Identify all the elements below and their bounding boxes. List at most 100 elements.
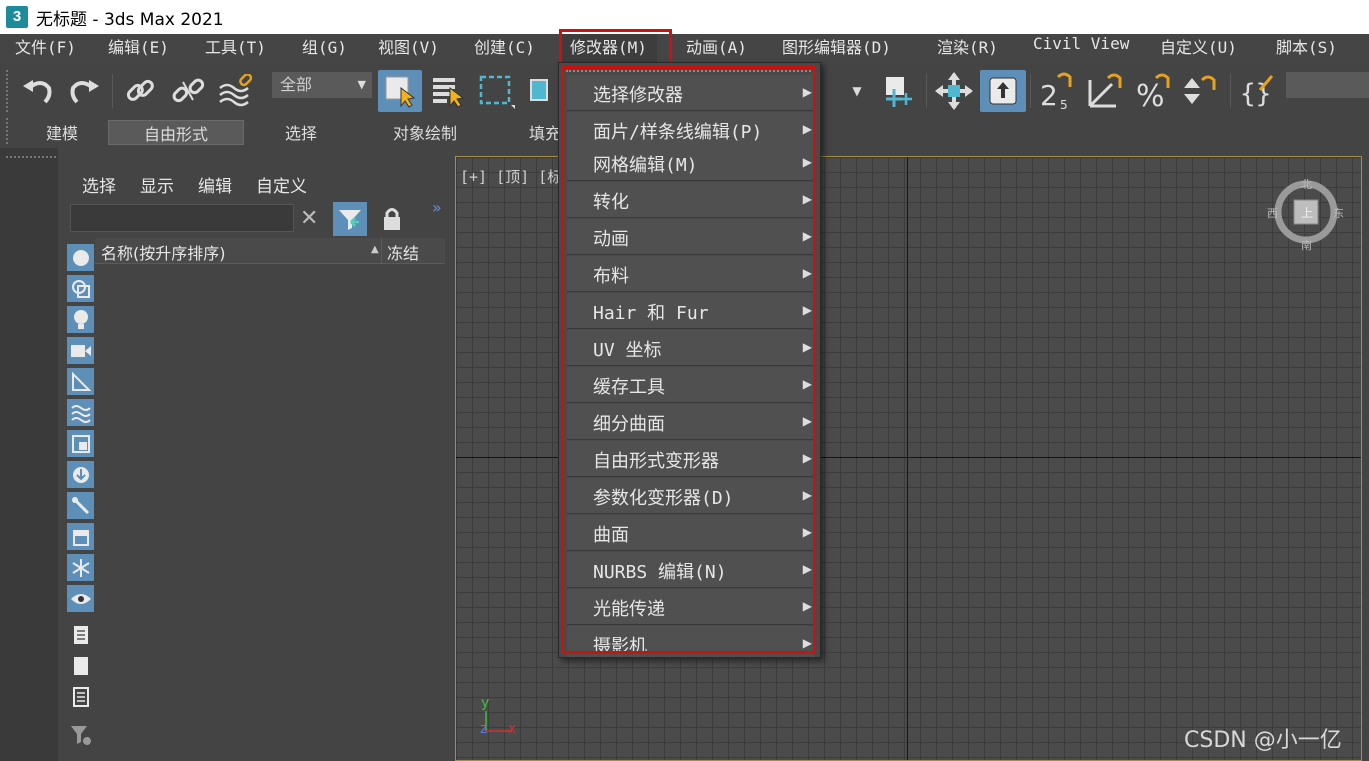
link-icon[interactable]	[120, 72, 160, 110]
filter-shapes-button[interactable]	[67, 275, 94, 302]
menu-views[interactable]: 视图(V)	[378, 34, 439, 64]
filter-xrefs-button[interactable]	[67, 461, 94, 488]
filter-helpers-button[interactable]	[67, 368, 94, 395]
filter-containers-button[interactable]	[67, 523, 94, 550]
filter-settings-button[interactable]	[67, 721, 94, 748]
filter-groups-button[interactable]	[67, 430, 94, 457]
filter-frozen-button[interactable]	[67, 554, 94, 581]
ribbon-grip[interactable]	[6, 118, 10, 144]
rectangular-selection-icon[interactable]	[476, 72, 516, 110]
axis-x-label: x	[508, 721, 517, 737]
window-crossing-icon[interactable]	[522, 72, 562, 110]
filter-hidden-button[interactable]	[67, 585, 94, 612]
edit-named-selection-icon[interactable]: {}	[1238, 72, 1278, 110]
snaps-use-pivot-icon[interactable]	[876, 72, 916, 110]
menu-item-mesh-editing[interactable]: 网格编辑(M) ▶	[567, 145, 814, 181]
viewcube-west[interactable]: 西	[1267, 205, 1278, 221]
redo-icon[interactable]	[64, 72, 104, 110]
filter-geometry-button[interactable]	[67, 244, 94, 271]
ribbon-tab-selection[interactable]: 选择	[254, 120, 348, 145]
ribbon-tab-freeform[interactable]: 自由形式	[108, 120, 244, 145]
selection-filter-value: 全部	[280, 75, 313, 94]
menu-item-radiosity[interactable]: 光能传递 ▶	[567, 589, 814, 625]
menu-item-parametric-deformers[interactable]: 参数化变形器(D) ▶	[567, 478, 814, 514]
viewcube-north[interactable]: 北	[1301, 176, 1312, 192]
submenu-arrow-icon: ▶	[802, 85, 812, 99]
spinner-snap-icon[interactable]	[1180, 72, 1220, 110]
menu-group[interactable]: 组(G)	[302, 34, 347, 64]
column-header-freeze[interactable]: 冻结	[387, 240, 419, 264]
expand-panel-icon[interactable]: »	[432, 198, 442, 217]
menu-item-cameras[interactable]: 摄影机 ▶	[567, 626, 814, 657]
menu-item-nurbs-editing[interactable]: NURBS 编辑(N) ▶	[567, 552, 814, 588]
named-selection-input[interactable]	[1286, 72, 1369, 98]
lock-icon[interactable]	[382, 206, 402, 236]
menu-graph-editors[interactable]: 图形编辑器(D)	[782, 34, 891, 64]
menu-item-patch-spline-editing[interactable]: 面片/样条线编辑(P) ▶	[567, 112, 814, 148]
selection-filter-dropdown[interactable]: 全部 ▼	[272, 72, 372, 98]
snap-toggle-icon[interactable]: 25	[1038, 72, 1078, 111]
menu-civil-view[interactable]: Civil View	[1033, 34, 1129, 64]
explorer-grip[interactable]	[6, 156, 56, 159]
menu-item-hair-and-fur[interactable]: Hair 和 Fur ▶	[567, 293, 814, 329]
menu-scripting[interactable]: 脚本(S)	[1276, 34, 1337, 64]
menu-item-selection-modifiers[interactable]: 选择修改器 ▶	[567, 75, 814, 111]
filter-lights-button[interactable]	[67, 306, 94, 333]
invert-display-button[interactable]	[67, 683, 94, 710]
undo-icon[interactable]	[18, 72, 58, 110]
filter-space-warps-button[interactable]	[67, 399, 94, 426]
toolbar-grip[interactable]	[6, 70, 10, 112]
filter-cameras-button[interactable]	[67, 337, 94, 364]
explorer-search-input[interactable]	[70, 204, 294, 232]
clear-search-icon[interactable]: ✕	[300, 206, 318, 231]
ribbon-tab-modeling[interactable]: 建模	[18, 120, 106, 145]
submenu-arrow-icon: ▶	[802, 122, 812, 136]
menu-item-free-form-deformers[interactable]: 自由形式变形器 ▶	[567, 441, 814, 477]
select-by-name-icon[interactable]	[428, 72, 468, 110]
angle-snap-icon[interactable]	[1086, 72, 1126, 110]
menu-item-cloth[interactable]: 布料 ▶	[567, 256, 814, 292]
menu-edit[interactable]: 编辑(E)	[108, 34, 169, 64]
menu-file[interactable]: 文件(F)	[15, 34, 76, 64]
select-object-button[interactable]	[378, 70, 422, 112]
viewcube[interactable]: 北 南 西 东 上	[1267, 176, 1344, 252]
invert-page-icon	[72, 686, 89, 707]
place-object-button[interactable]	[980, 70, 1026, 112]
viewcube-top-face[interactable]: 上	[1301, 204, 1313, 221]
menu-customize[interactable]: 自定义(U)	[1160, 34, 1237, 64]
column-header-name[interactable]: 名称(按升序排序)	[101, 240, 226, 264]
display-none-button[interactable]	[67, 652, 94, 679]
menu-item-subdivision-surfaces[interactable]: 细分曲面 ▶	[567, 404, 814, 440]
menu-tear-off-grip[interactable]	[566, 70, 815, 73]
menu-item-surface[interactable]: 曲面 ▶	[567, 515, 814, 551]
chevron-down-icon: ▼	[357, 78, 366, 91]
viewcube-south[interactable]: 南	[1301, 237, 1312, 253]
explorer-tab-display[interactable]: 显示	[140, 172, 174, 197]
menu-item-uv-coordinates[interactable]: UV 坐标 ▶	[567, 330, 814, 366]
explorer-tab-customize[interactable]: 自定义	[256, 172, 307, 197]
explorer-tab-select[interactable]: 选择	[82, 172, 116, 197]
menu-item-conversion[interactable]: 转化 ▶	[567, 182, 814, 218]
display-all-button[interactable]	[67, 621, 94, 648]
bind-space-warp-icon[interactable]	[216, 72, 256, 110]
filter-toggle-button[interactable]	[333, 202, 367, 236]
menu-animation[interactable]: 动画(A)	[686, 34, 747, 64]
menu-tools[interactable]: 工具(T)	[205, 34, 266, 64]
menu-create[interactable]: 创建(C)	[474, 34, 535, 64]
menu-item-animation[interactable]: 动画 ▶	[567, 219, 814, 255]
explorer-tab-edit[interactable]: 编辑	[198, 172, 232, 197]
object-list[interactable]	[95, 238, 445, 761]
menu-item-cache-tools[interactable]: 缓存工具 ▶	[567, 367, 814, 403]
move-gizmo-icon[interactable]	[934, 72, 974, 110]
menu-modifiers[interactable]: 修改器(M)	[560, 34, 657, 64]
percent-snap-icon[interactable]: %	[1134, 72, 1174, 110]
viewcube-east[interactable]: 东	[1333, 205, 1344, 221]
ribbon-tab-object-paint[interactable]: 对象绘制	[360, 120, 490, 145]
filter-bones-button[interactable]	[67, 492, 94, 519]
column-divider[interactable]	[381, 238, 382, 264]
menu-rendering[interactable]: 渲染(R)	[937, 34, 998, 64]
submenu-arrow-icon: ▶	[802, 488, 812, 502]
viewport-label[interactable]: [+] [顶] [标	[460, 166, 562, 187]
unlink-icon[interactable]	[168, 72, 208, 110]
chevron-down-icon[interactable]: ▼	[842, 72, 872, 110]
